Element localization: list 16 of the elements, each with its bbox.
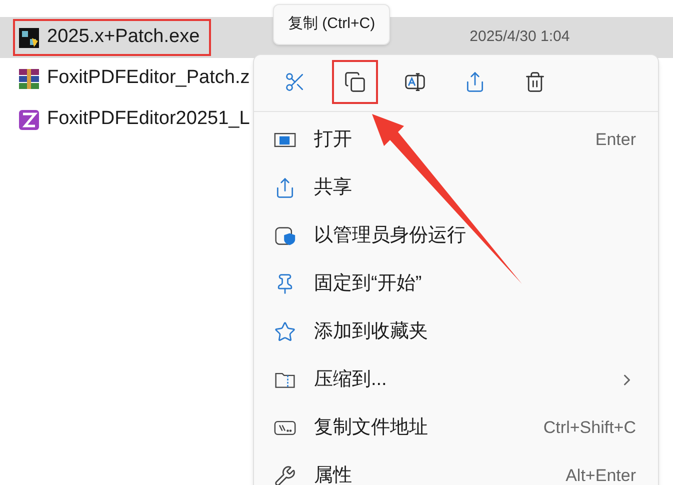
file-name: FoxitPDFEditor20251_L [47,107,250,132]
shortcut-text: Enter [595,129,636,152]
file-date: 2025/4/30 1:04 [470,27,570,48]
file-name: FoxitPDFEditor_Patch.z [47,66,250,90]
tooltip: 复制 (Ctrl+C) [273,4,390,44]
menu-label: 添加到收藏夹 [314,320,428,344]
menu-label: 固定到“开始” [314,272,422,296]
menu-label: 属性 [314,464,352,485]
menu-label: 共享 [314,176,352,200]
menu-label: 复制文件地址 [314,416,428,440]
shortcut-text: Alt+Enter [566,465,636,485]
menu-label: 以管理员身份运行 [314,224,466,248]
file-name: 2025.x+Patch.exe [47,25,200,50]
menu-label: 打开 [314,128,352,152]
menu-label: 压缩到... [314,368,387,392]
shortcut-text: Ctrl+Shift+C [543,417,636,440]
